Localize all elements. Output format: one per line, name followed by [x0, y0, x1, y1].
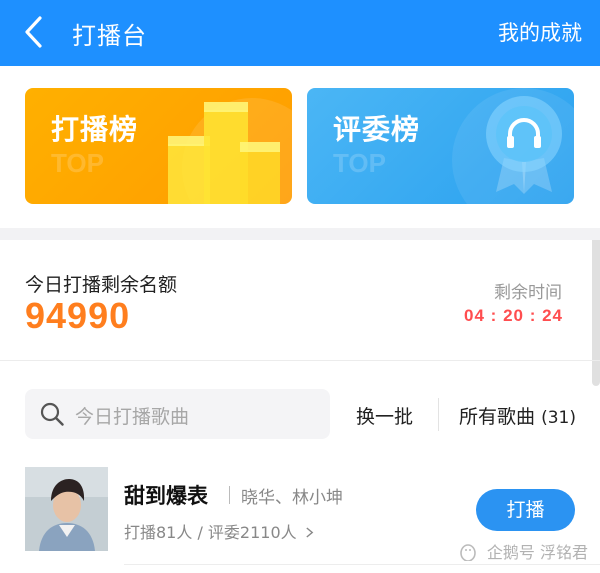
song-stats: 打播81人 / 评委2110人 [124, 523, 297, 542]
search-input[interactable]: 今日打播歌曲 [25, 389, 330, 439]
song-artists: 晓华、林小坤 [241, 488, 343, 508]
section-separator [0, 228, 600, 240]
title-separator [229, 486, 230, 504]
row-divider [124, 564, 600, 565]
judge-ranking-label: 评委榜 [333, 113, 421, 146]
daibo-ranking-label: 打播榜 [51, 113, 139, 146]
search-icon [40, 402, 64, 426]
remaining-quota-label: 今日打播剩余名额 [25, 274, 178, 296]
watermark: 企鹅号 浮铭君 [458, 539, 588, 563]
vertical-divider [438, 398, 439, 431]
banner-section: 打播榜 TOP 评委榜 TOP [0, 66, 600, 228]
daibo-ranking-card[interactable]: 打播榜 TOP [25, 88, 292, 204]
page: 打播台 我的成就 打播榜 TOP 评委榜 TOP 今日打播剩余名额 94990 … [0, 0, 600, 573]
all-songs-button[interactable]: 所有歌曲 (31) [459, 402, 576, 429]
album-cover [25, 467, 108, 551]
header-bar: 打播台 我的成就 [0, 0, 600, 66]
chevron-left-icon [25, 16, 42, 48]
search-placeholder: 今日打播歌曲 [75, 406, 190, 428]
penguin-logo-icon [460, 544, 476, 561]
page-title: 打播台 [72, 22, 147, 50]
back-button[interactable] [20, 14, 50, 50]
remaining-time-label: 剩余时间 [494, 283, 562, 303]
refresh-batch-button[interactable]: 换一批 [356, 402, 413, 429]
all-songs-label: 所有歌曲 [459, 406, 536, 428]
daibo-button[interactable]: 打播 [476, 489, 575, 531]
top-watermark-text: TOP [51, 148, 104, 178]
song-stats-link[interactable]: 打播81人 / 评委2110人 [124, 519, 314, 543]
buildings-icon [168, 98, 292, 204]
my-achievements-link[interactable]: 我的成就 [498, 17, 582, 47]
top-watermark-text: TOP [333, 148, 386, 178]
judge-ranking-card[interactable]: 评委榜 TOP [307, 88, 574, 204]
chevron-right-icon [306, 527, 314, 538]
remaining-quota-value: 94990 [25, 295, 131, 336]
remaining-time-value: 04 : 20 : 24 [464, 306, 563, 325]
watermark-text: 企鹅号 浮铭君 [486, 543, 588, 562]
quota-section: 今日打播剩余名额 94990 剩余时间 04 : 20 : 24 [0, 240, 600, 360]
headphone-badge-icon [452, 88, 574, 204]
song-title: 甜到爆表 [124, 484, 208, 508]
divider [0, 360, 600, 361]
all-songs-count: (31) [541, 408, 576, 428]
singer-photo-icon [25, 467, 108, 551]
